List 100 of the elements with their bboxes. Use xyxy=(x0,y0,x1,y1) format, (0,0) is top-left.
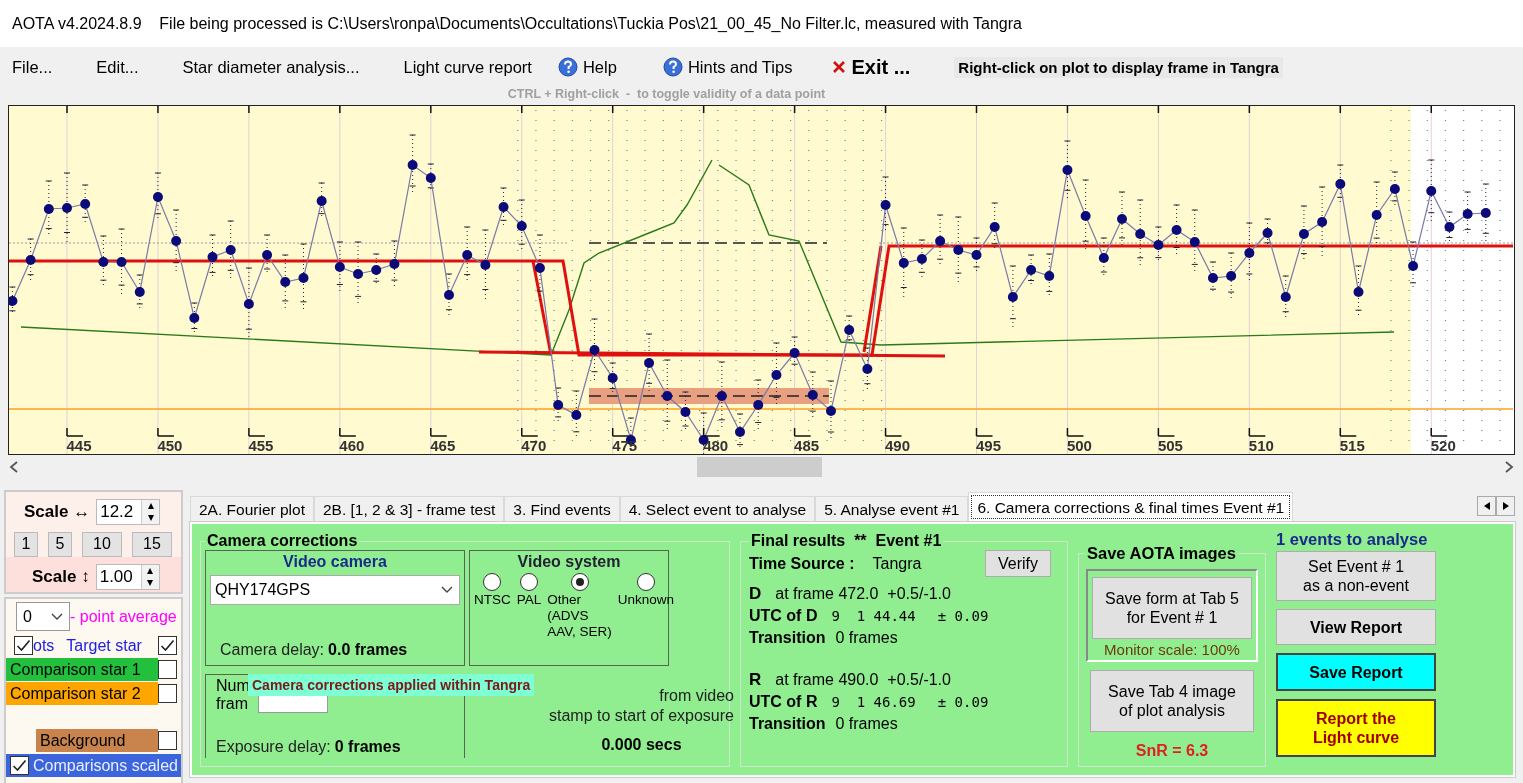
menu-item[interactable]: Edit... xyxy=(96,57,139,77)
exposure-delay-label: Exposure delay: xyxy=(216,738,331,756)
plot-hint: Right-click on plot to display frame in Tangra xyxy=(954,56,1283,78)
checkbox[interactable] xyxy=(158,731,177,750)
window-title: AOTA v4.2024.8.9 File being processed is C:\Users\ronpa\Documents\Occultations\Tuckia Pos\21_00_45_No Filter.lc, measured with Tangra xyxy=(0,0,1523,47)
verify-button[interactable]: Verify xyxy=(985,550,1051,577)
axis-tick-label: 485 xyxy=(794,437,820,454)
light-curve-plot[interactable]: 445 450 455 460 465 470 475 480 485 490 495 500 505 510 515 520 xyxy=(9,106,1513,454)
axis-tick-label: 510 xyxy=(1248,437,1274,454)
triangle-right-icon xyxy=(1502,502,1509,510)
camera-delay-value: 0.0 frames xyxy=(328,641,408,659)
radio-button[interactable] xyxy=(483,573,502,591)
events-count: 1 events to analyse xyxy=(1276,530,1429,549)
utc-error: ± 0.09 xyxy=(937,607,989,626)
tab[interactable]: 2A. Fourier plot xyxy=(190,496,314,522)
radio-button[interactable] xyxy=(520,573,538,591)
series-label: Comparison star 2 xyxy=(6,682,158,705)
action-button[interactable]: Report the Light curve xyxy=(1276,699,1436,757)
event-letter: D xyxy=(749,583,762,605)
tab[interactable]: 2B. [1, 2 & 3] - frame test xyxy=(313,496,505,522)
tab-scroll-left-button[interactable] xyxy=(1477,496,1496,516)
group-title: Final results ** Event #1 xyxy=(750,532,943,550)
scale-preset-button[interactable]: 10 xyxy=(82,531,122,557)
checkbox[interactable] xyxy=(158,684,177,703)
menu-item[interactable]: File... xyxy=(12,57,53,77)
triangle-left-icon xyxy=(1483,502,1490,510)
action-button[interactable]: View Report xyxy=(1276,609,1436,645)
exposure-delay-value: 0 frames xyxy=(334,738,401,756)
menu-item[interactable]: Star diameter analysis... xyxy=(182,57,360,77)
axis-tick-label: 480 xyxy=(703,437,729,454)
spin-up-icon xyxy=(147,566,154,575)
scale-spinner[interactable]: 12.2 xyxy=(96,499,161,526)
transition-value: 0 frames xyxy=(835,714,898,734)
series-label: Comparison star 1 xyxy=(6,658,158,681)
utc-error: ± 0.09 xyxy=(937,693,989,712)
axis-tick-label: 505 xyxy=(1157,437,1183,454)
utc-label: UTC of R xyxy=(749,692,818,712)
stamp-note: from video stamp to start of exposure xyxy=(549,686,734,726)
scroll-right-icon[interactable] xyxy=(1503,459,1515,474)
axis-tick-label: 460 xyxy=(339,437,365,454)
series-label: Comparisons scaled xyxy=(32,755,179,776)
menu-item[interactable]: Exit ... xyxy=(832,55,911,79)
help-icon xyxy=(662,57,683,77)
checkbox[interactable] xyxy=(10,756,29,775)
group-title: Camera corrections xyxy=(206,532,359,550)
checkbox[interactable] xyxy=(158,636,177,655)
snr-value: SnR = 6.3 xyxy=(1135,742,1209,760)
checkbox[interactable] xyxy=(158,660,177,679)
save-tab4-button[interactable]: Save Tab 4 image of plot analysis xyxy=(1090,670,1254,732)
event-frame: at frame 472.0 +0.5/-1.0 xyxy=(775,583,951,605)
axis-tick-label: 500 xyxy=(1066,437,1092,454)
scroll-left-icon[interactable] xyxy=(8,459,20,474)
save-form-button[interactable]: Save form at Tab 5 for Event # 1 xyxy=(1092,577,1252,639)
group-title: Save AOTA images xyxy=(1086,544,1237,563)
axis-tick-label: 450 xyxy=(157,437,183,454)
radio-option[interactable]: PAL xyxy=(516,573,542,640)
spin-up-icon xyxy=(147,502,154,511)
event-frame: at frame 490.0 +0.5/-1.0 xyxy=(775,669,951,691)
utc-value: 9 1 46.69 xyxy=(831,693,916,712)
scale-spinner[interactable]: 1.00 xyxy=(95,563,160,590)
action-button[interactable]: Set Event # 1 as a non-event xyxy=(1276,551,1436,601)
transition-label: Transition xyxy=(749,628,826,648)
average-dropdown[interactable]: 0 xyxy=(16,602,70,631)
scrollbar-thumb[interactable] xyxy=(697,457,822,477)
menu-item[interactable]: Light curve report xyxy=(403,57,532,77)
spin-down-icon xyxy=(147,514,154,523)
scale-preset-button[interactable]: 15 xyxy=(132,531,172,557)
close-icon xyxy=(832,60,847,74)
scale-label: Scale ↔ xyxy=(24,502,91,523)
scale-preset-button[interactable]: 5 xyxy=(48,531,72,557)
tab[interactable]: 6. Camera corrections & final times Event #1 xyxy=(968,492,1294,522)
radio-button[interactable] xyxy=(570,573,589,591)
menu-item[interactable]: Help xyxy=(557,57,617,77)
utc-value: 9 1 44.44 xyxy=(831,607,916,626)
action-button[interactable]: Save Report xyxy=(1276,653,1436,691)
transition-value: 0 frames xyxy=(835,628,898,648)
event-letter: R xyxy=(749,669,762,691)
stamp-offset-value: 0.000 secs xyxy=(601,736,682,754)
tooltip: Camera corrections applied within Tangra xyxy=(248,674,535,696)
axis-tick-label: 465 xyxy=(430,437,456,454)
monitor-scale: Monitor scale: 100% xyxy=(1104,641,1240,658)
box-title: Video system xyxy=(516,553,622,571)
scale-preset-button[interactable]: 1 xyxy=(14,531,38,557)
checkbox[interactable] xyxy=(14,636,33,655)
tab[interactable]: 4. Select event to analyse xyxy=(619,496,816,522)
series-label: ots xyxy=(33,635,56,656)
axis-tick-label: 495 xyxy=(976,437,1001,454)
transition-label: Transition xyxy=(749,714,826,734)
time-source-label: Time Source : xyxy=(749,554,855,573)
tab-scroll-right-button[interactable] xyxy=(1496,496,1515,516)
utc-label: UTC of D xyxy=(749,606,818,626)
radio-option[interactable]: NTSC xyxy=(474,573,511,640)
radio-button[interactable] xyxy=(636,573,655,591)
radio-option[interactable]: Other (ADVS AAV, SER) xyxy=(547,573,612,640)
axis-tick-label: 470 xyxy=(521,437,547,454)
menu-item[interactable]: Hints and Tips xyxy=(662,57,793,77)
tab[interactable]: 3. Find events xyxy=(504,496,620,522)
tab[interactable]: 5. Analyse event #1 xyxy=(815,496,969,522)
axis-tick-label: 490 xyxy=(885,437,911,454)
camera-dropdown[interactable]: QHY174GPS xyxy=(210,575,460,605)
